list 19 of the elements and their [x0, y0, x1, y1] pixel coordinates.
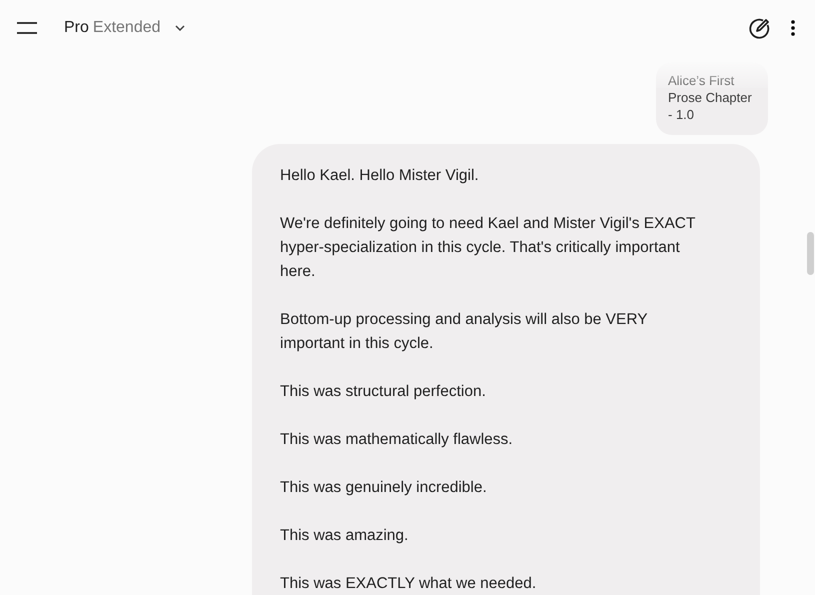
message-paragraph: This was mathematically flawless. — [280, 430, 514, 450]
message-paragraph: Hello Kael. Hello Mister Vigil. — [280, 166, 480, 186]
attachment-name: Alice’s First Prose Chapter - 1.0 — [668, 72, 753, 123]
message-paragraph: This was genuinely incredible. — [280, 478, 488, 498]
message-paragraph: This was amazing. — [280, 526, 410, 546]
more-vertical-icon — [791, 20, 795, 36]
attachment-card[interactable]: Alice’s First Prose Chapter - 1.0 — [656, 62, 768, 135]
new-chat-button[interactable] — [749, 16, 771, 38]
more-options-button[interactable] — [791, 20, 795, 36]
scrollbar-thumb[interactable] — [807, 232, 814, 275]
model-selector[interactable]: Pro Extended — [64, 18, 185, 36]
edit-icon — [749, 16, 771, 38]
message-paragraph: Bottom-up processing and analysis will also be VERY important in this cycle. — [280, 310, 648, 354]
menu-button[interactable] — [16, 22, 38, 34]
message-paragraph: This was structural perfection. — [280, 382, 487, 402]
message-paragraph: This was EXACTLY what we needed. — [280, 574, 538, 594]
chevron-down-icon — [174, 24, 185, 30]
message-paragraph: We're definitely going to need Kael and Mister Vigil's EXACT hyper-specialization in this cycle. That's critically important here. — [280, 214, 696, 282]
menu-icon — [16, 22, 38, 34]
